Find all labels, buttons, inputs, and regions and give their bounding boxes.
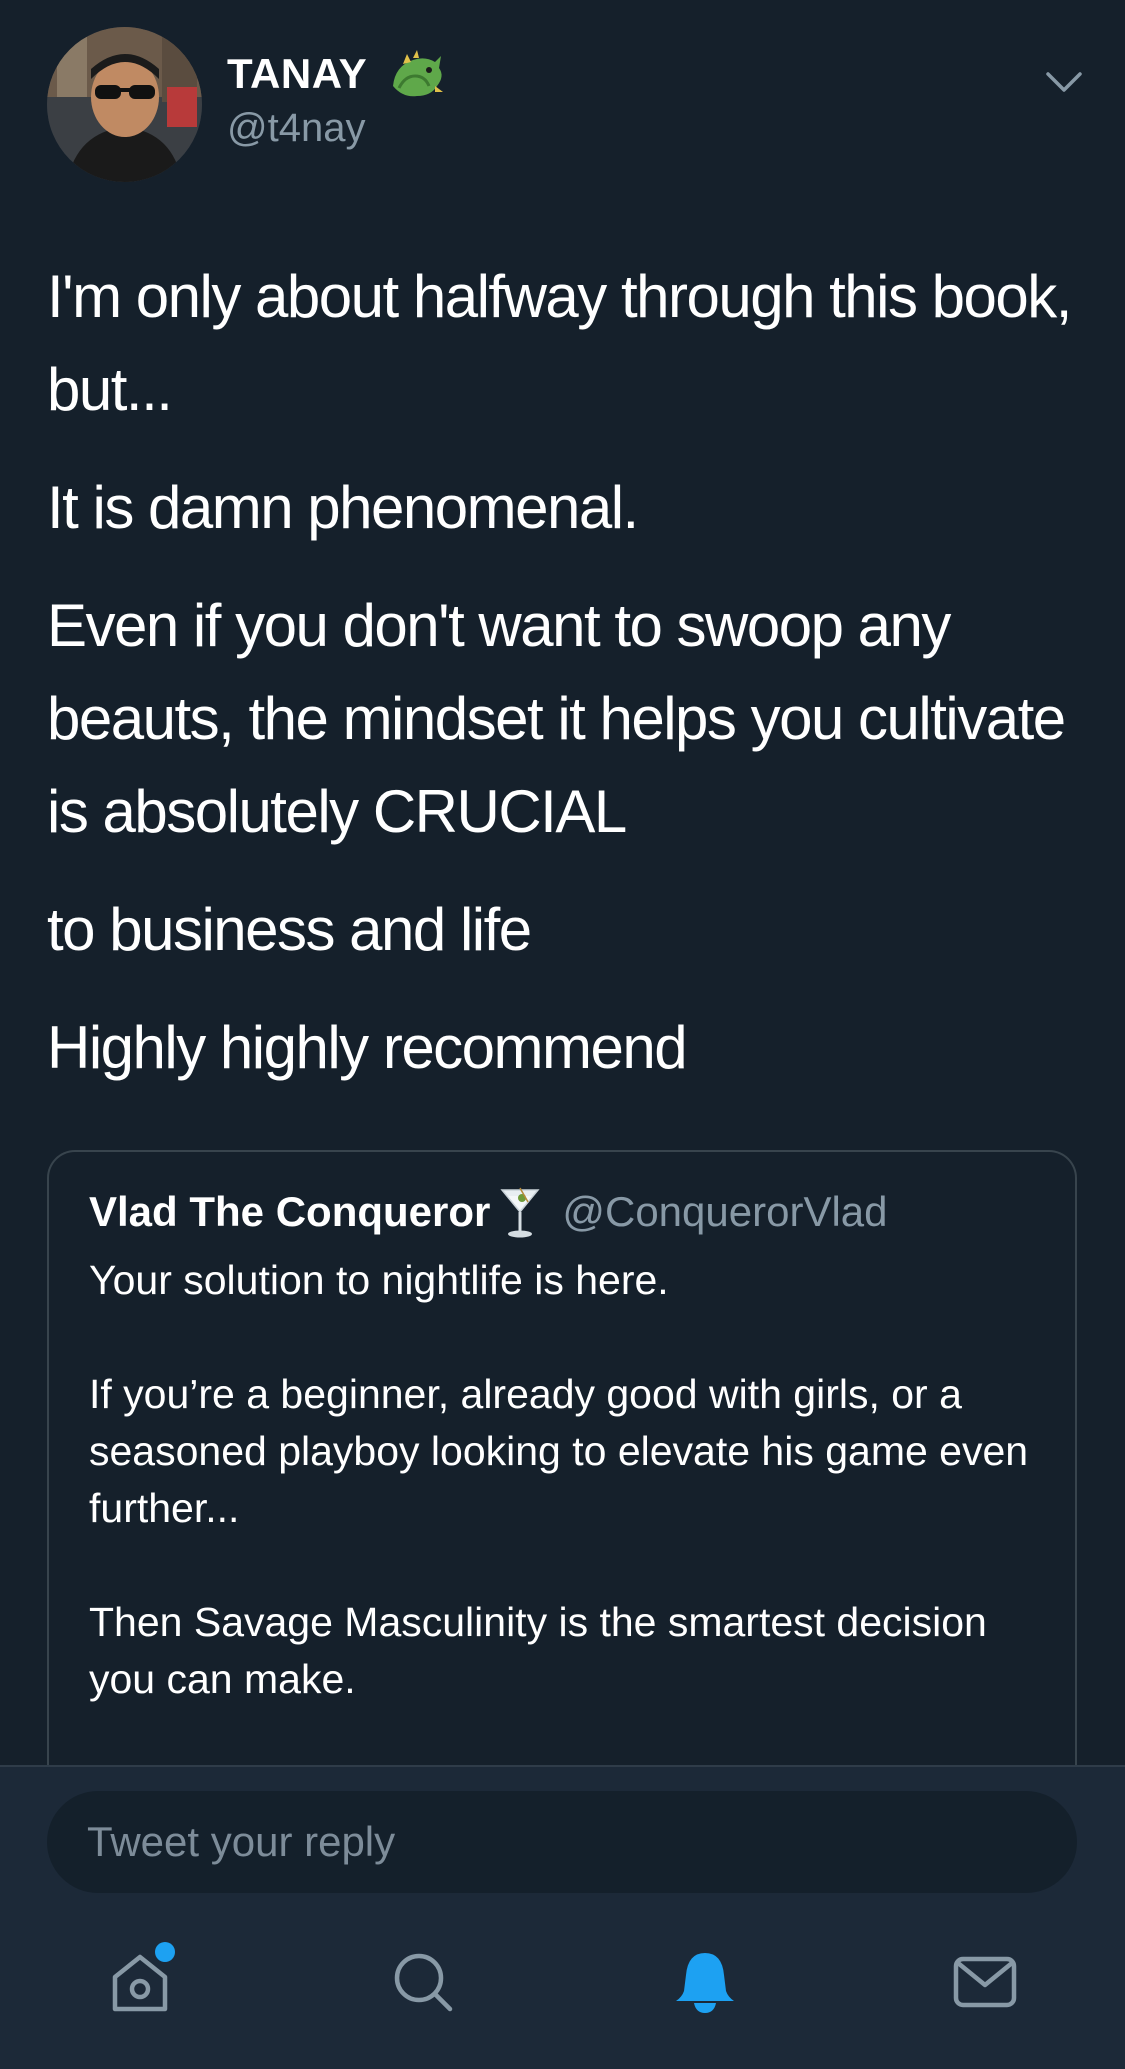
messages-icon[interactable] — [950, 1947, 1020, 2017]
tweet-paragraph: to business and life — [47, 896, 532, 963]
quoted-tweet-text: Your solution to nightlife is here. If y… — [89, 1252, 1049, 1765]
martini-emoji-icon — [498, 1184, 542, 1240]
tweet-paragraph: Highly highly recommend — [47, 1014, 688, 1081]
tweet-paragraph: Even if you don't want to swoop any beau… — [47, 592, 1066, 845]
quoted-paragraph: If you’re a beginner, already good with … — [89, 1371, 1029, 1531]
quoted-tweet[interactable]: Vlad The Conqueror @ConquerorVlad Your s… — [47, 1150, 1077, 1790]
quoted-tweet-header: Vlad The Conqueror @ConquerorVlad — [89, 1184, 888, 1240]
tweet-paragraph: It is damn phenomenal. — [47, 474, 639, 541]
dragon-emoji-icon — [385, 46, 447, 108]
tweet-paragraph: I'm only about halfway through this book… — [47, 263, 1072, 423]
author-display-name[interactable]: TANAY — [227, 50, 367, 98]
quoted-handle: @ConquerorVlad — [562, 1188, 888, 1235]
reply-input[interactable] — [85, 1817, 989, 1867]
home-notification-dot — [155, 1942, 175, 1962]
author-avatar[interactable] — [47, 27, 202, 182]
author-handle[interactable]: @t4nay — [227, 106, 365, 151]
search-icon[interactable] — [388, 1947, 458, 2017]
quoted-paragraph: Your solution to nightlife is here. — [89, 1257, 669, 1303]
quoted-display-name: Vlad The Conqueror — [89, 1188, 491, 1235]
quoted-paragraph: Then Savage Masculinity is the smartest … — [89, 1599, 987, 1702]
notifications-icon[interactable] — [670, 1947, 740, 2017]
tweet-text: I'm only about halfway through this book… — [47, 250, 1087, 1119]
bottom-bar — [0, 1765, 1125, 2069]
reply-box[interactable] — [47, 1791, 1077, 1893]
chevron-down-icon[interactable] — [1044, 70, 1084, 96]
